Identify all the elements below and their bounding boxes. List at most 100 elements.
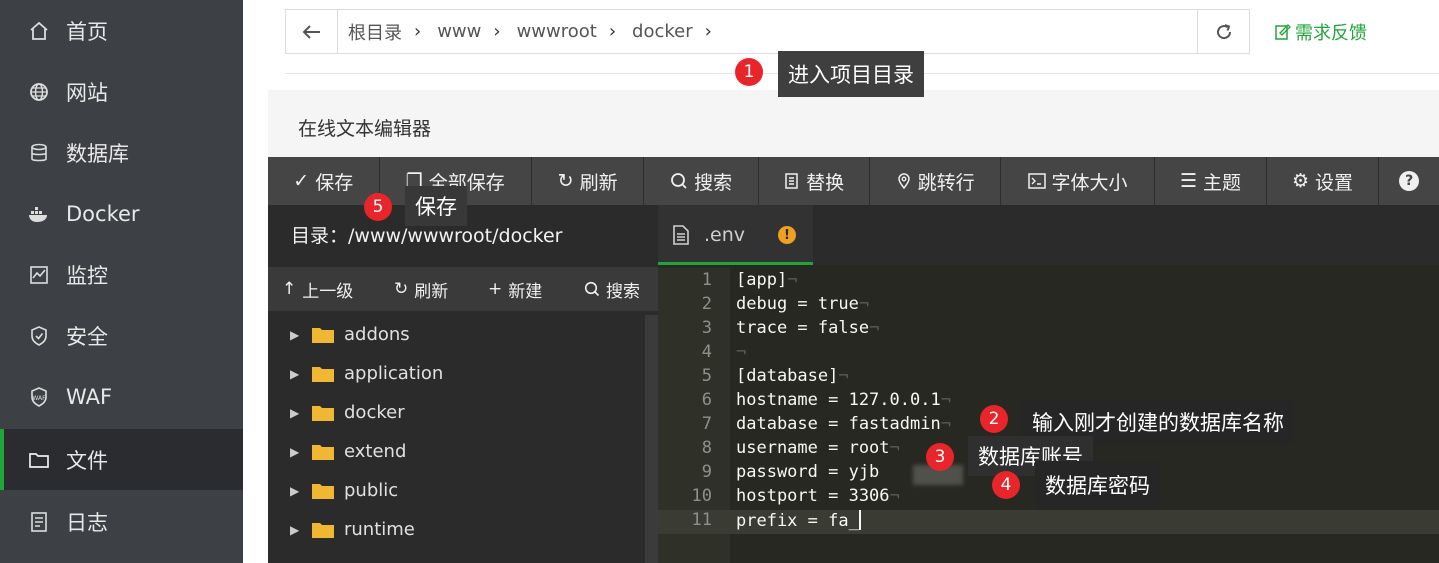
sidebar-item-database[interactable]: 数据库 [0, 122, 243, 183]
line-number: 8 [701, 438, 712, 458]
line-number: 4 [701, 342, 712, 362]
folder-icon [27, 448, 51, 472]
code-line: 1 [app]¬ [658, 270, 1439, 294]
breadcrumb-item-www[interactable]: www [437, 21, 491, 42]
globe-icon [27, 80, 51, 104]
code-editor[interactable]: .env ! 1 [app]¬ 2 debug = true¬ 3 trace = f… [658, 205, 1439, 563]
waf-icon: WAF [27, 385, 51, 409]
font-size-button[interactable]: 字体大小 [1001, 157, 1156, 205]
sidebar-item-waf[interactable]: WAF WAF [0, 366, 243, 427]
file-name: addons [344, 324, 410, 345]
file-name: application [344, 363, 444, 384]
editor-title: 在线文本编辑器 [298, 118, 432, 140]
location-icon [897, 173, 910, 190]
file-name: runtime [344, 519, 415, 540]
replace-label: 替换 [806, 171, 845, 194]
refresh-icon [1216, 23, 1231, 39]
list-item[interactable]: ▶ public [268, 471, 645, 510]
pilcrow-icon: ¬ [787, 270, 798, 290]
code-text: trace = false [736, 318, 870, 338]
sidebar-item-security[interactable]: 安全 [0, 305, 243, 366]
code-text: password = yjb [736, 462, 880, 482]
caret-right-icon: ▶ [290, 405, 300, 420]
chevron-right-icon: › [493, 21, 501, 42]
document-icon [673, 225, 689, 245]
code-text: username = root [736, 438, 890, 458]
refresh-icon: ↻ [557, 170, 574, 192]
search-button[interactable]: 搜索 [644, 157, 759, 205]
sidebar-item-files[interactable]: 文件 [0, 429, 243, 490]
file-list: ▶ addons ▶ application ▶ docker ▶ extend… [268, 315, 645, 549]
code-line-active: 11 prefix = fa_ [658, 510, 1439, 534]
folder-icon [312, 445, 334, 460]
settings-button[interactable]: ⚙ 设置 [1267, 157, 1380, 205]
annotation-callout-1: 进入项目目录 [778, 51, 924, 97]
code-text: hostport = 3306 [736, 486, 890, 506]
tab-env[interactable]: .env ! [658, 205, 813, 265]
back-button[interactable] [286, 10, 338, 53]
sidebar-item-label: 日志 [66, 510, 108, 535]
replace-button[interactable]: 替换 [759, 157, 871, 205]
code-line: 5 [database]¬ [658, 366, 1439, 390]
sidebar-item-logs[interactable]: 日志 [0, 491, 243, 552]
sidebar-item-docker[interactable]: Docker [0, 183, 243, 244]
line-number: 5 [701, 366, 712, 386]
list-item[interactable]: ▶ application [268, 354, 645, 393]
parent-dir-button[interactable]: ↑ 上一级 [282, 277, 353, 302]
search-files-button[interactable]: 搜索 [584, 277, 640, 302]
docker-icon [27, 202, 51, 226]
sidebar-item-label: 监控 [66, 263, 108, 288]
list-item[interactable]: ▶ addons [268, 315, 645, 354]
refresh-files-label: 刷新 [414, 281, 449, 302]
breadcrumb-item-docker[interactable]: docker [632, 21, 703, 42]
new-file-label: 新建 [508, 281, 543, 302]
scrollbar[interactable] [645, 315, 658, 563]
help-button[interactable]: ? [1379, 157, 1439, 205]
save-button[interactable]: ✓ 保存 [268, 157, 380, 205]
text-cursor [858, 510, 861, 530]
settings-label: 设置 [1315, 171, 1354, 194]
sidebar-item-monitor[interactable]: 监控 [0, 244, 243, 305]
file-name: docker [344, 402, 405, 423]
sidebar-item-label: 网站 [66, 80, 108, 105]
pilcrow-icon: ¬ [858, 294, 870, 314]
pilcrow-icon: ¬ [736, 342, 747, 362]
main-content: 根目录 › www › wwwroot › docker › 需求反馈 在线文本… [243, 0, 1439, 563]
refresh-files-button[interactable]: ↻ 刷新 [394, 277, 448, 302]
shield-icon [27, 324, 51, 348]
sidebar-item-website[interactable]: 网站 [0, 61, 243, 122]
line-number: 2 [701, 294, 712, 314]
pilcrow-icon: ¬ [940, 414, 951, 434]
sidebar-item-label: 首页 [66, 19, 108, 44]
theme-button[interactable]: ☰ 主题 [1155, 157, 1267, 205]
caret-right-icon: ▶ [290, 366, 300, 381]
check-icon: ✓ [293, 170, 310, 192]
list-item[interactable]: ▶ runtime [268, 510, 645, 549]
annotation-badge-2: 2 [980, 405, 1008, 433]
goto-line-button[interactable]: 跳转行 [870, 157, 1001, 205]
breadcrumb-item-root[interactable]: 根目录 [348, 19, 412, 45]
sidebar-item-label: 数据库 [66, 141, 129, 166]
annotation-badge-5: 5 [364, 193, 392, 221]
goto-line-label: 跳转行 [917, 171, 975, 194]
feedback-link[interactable]: 需求反馈 [1275, 19, 1367, 45]
code-text: [database] [736, 366, 839, 386]
line-number: 11 [691, 510, 712, 530]
chevron-right-icon: › [608, 21, 617, 42]
line-number: 9 [701, 462, 712, 482]
folder-icon [312, 367, 334, 382]
code-text: hostname = 127.0.0.1 [736, 390, 941, 410]
refresh-path-button[interactable] [1197, 10, 1249, 53]
list-item[interactable]: ▶ docker [268, 393, 645, 432]
breadcrumb-item-wwwroot[interactable]: wwwroot [517, 21, 607, 42]
line-number: 10 [691, 486, 712, 506]
search-label: 搜索 [694, 171, 733, 194]
new-file-button[interactable]: + 新建 [488, 277, 542, 302]
code-line: 2 debug = true¬ [658, 294, 1439, 318]
feedback-label: 需求反馈 [1295, 23, 1367, 44]
sidebar-item-home[interactable]: 首页 [0, 0, 243, 61]
gear-icon: ⚙ [1291, 170, 1310, 192]
refresh-button[interactable]: ↻ 刷新 [532, 157, 645, 205]
arrow-left-icon [302, 24, 320, 39]
list-item[interactable]: ▶ extend [268, 432, 645, 471]
